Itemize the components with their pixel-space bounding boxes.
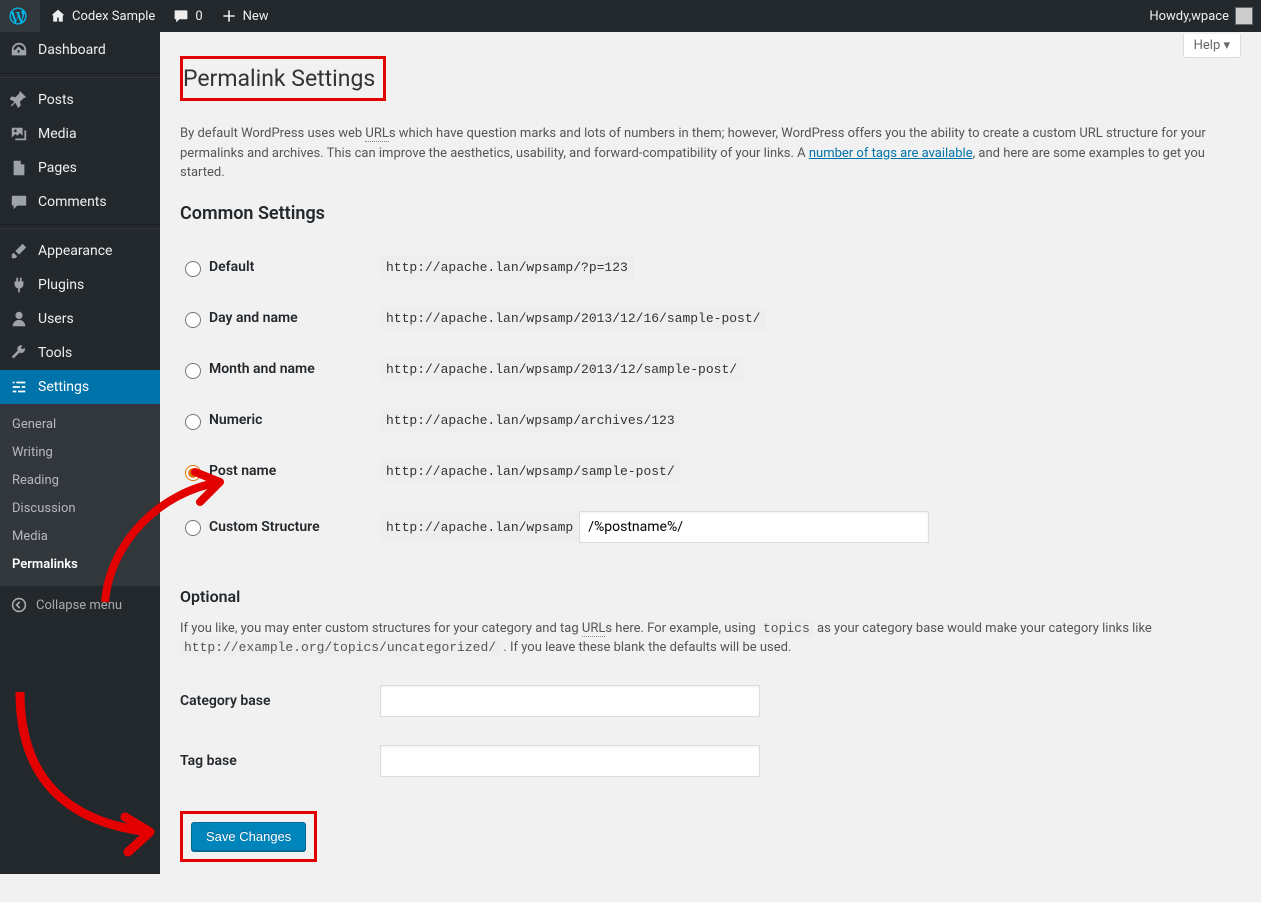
submenu-general[interactable]: General — [0, 411, 160, 439]
permalink-options: Default http://apache.lan/wpsamp/?p=123 … — [180, 242, 1241, 557]
admin-bar: Codex Sample 0 New Howdy, wpace — [0, 0, 1261, 32]
home-icon — [48, 6, 68, 26]
category-base-input[interactable] — [380, 685, 760, 717]
submenu-writing[interactable]: Writing — [0, 439, 160, 467]
radio-default[interactable] — [185, 261, 201, 277]
option-post-name[interactable]: Post name — [180, 462, 370, 481]
menu-tools[interactable]: Tools — [0, 336, 160, 370]
menu-label: Media — [38, 126, 77, 142]
username: wpace — [1191, 9, 1229, 24]
dashboard-icon — [8, 39, 30, 61]
my-account-link[interactable]: Howdy, wpace — [1141, 0, 1261, 32]
wp-logo[interactable] — [0, 0, 40, 32]
radio-month-name[interactable] — [185, 363, 201, 379]
brush-icon — [8, 240, 30, 262]
howdy-prefix: Howdy, — [1149, 9, 1191, 24]
submenu-media[interactable]: Media — [0, 523, 160, 551]
option-day-name[interactable]: Day and name — [180, 309, 370, 328]
comments-count: 0 — [195, 9, 202, 24]
plus-icon — [219, 6, 239, 26]
url-month-name: http://apache.lan/wpsamp/2013/12/sample-… — [380, 358, 743, 381]
common-settings-heading: Common Settings — [180, 203, 1241, 224]
menu-users[interactable]: Users — [0, 302, 160, 336]
menu-label: Appearance — [38, 243, 112, 259]
page-title: Permalink Settings — [180, 56, 386, 101]
wrench-icon — [8, 342, 30, 364]
menu-appearance[interactable]: Appearance — [0, 234, 160, 268]
custom-structure-input[interactable] — [579, 511, 929, 543]
option-month-name[interactable]: Month and name — [180, 360, 370, 379]
collapse-icon — [8, 594, 30, 616]
radio-post-name[interactable] — [185, 465, 201, 481]
user-icon — [8, 308, 30, 330]
submenu-reading[interactable]: Reading — [0, 467, 160, 495]
avatar — [1235, 7, 1253, 25]
radio-numeric[interactable] — [185, 414, 201, 430]
menu-posts[interactable]: Posts — [0, 83, 160, 117]
media-icon — [8, 123, 30, 145]
menu-settings[interactable]: Settings — [0, 370, 160, 404]
optional-text: If you like, you may enter custom struct… — [180, 619, 1240, 658]
url-default: http://apache.lan/wpsamp/?p=123 — [380, 256, 634, 279]
new-label: New — [243, 9, 269, 24]
menu-label: Plugins — [38, 277, 84, 293]
site-name: Codex Sample — [72, 9, 155, 24]
option-numeric[interactable]: Numeric — [180, 411, 370, 430]
menu-label: Posts — [38, 92, 74, 108]
menu-pages[interactable]: Pages — [0, 151, 160, 185]
menu-label: Comments — [38, 194, 107, 210]
menu-dashboard[interactable]: Dashboard — [0, 32, 160, 68]
menu-media[interactable]: Media — [0, 117, 160, 151]
page-icon — [8, 157, 30, 179]
tag-base-input[interactable] — [380, 745, 760, 777]
submenu-permalinks[interactable]: Permalinks — [0, 551, 160, 579]
category-base-label: Category base — [180, 671, 380, 731]
option-custom[interactable]: Custom Structure — [180, 517, 370, 536]
url-numeric: http://apache.lan/wpsamp/archives/123 — [380, 409, 681, 432]
intro-text: By default WordPress uses web URLs which… — [180, 124, 1240, 183]
url-day-name: http://apache.lan/wpsamp/2013/12/16/samp… — [380, 307, 766, 330]
menu-label: Dashboard — [38, 42, 106, 58]
wordpress-icon — [8, 6, 28, 26]
submenu-discussion[interactable]: Discussion — [0, 495, 160, 523]
url-post-name: http://apache.lan/wpsamp/sample-post/ — [380, 460, 681, 483]
help-tab[interactable]: Help ▾ — [1183, 34, 1241, 58]
menu-label: Pages — [38, 160, 77, 176]
menu-label: Users — [38, 311, 74, 327]
plugin-icon — [8, 274, 30, 296]
pin-icon — [8, 89, 30, 111]
tag-base-label: Tag base — [180, 731, 380, 791]
option-default[interactable]: Default — [180, 258, 370, 277]
tags-link[interactable]: number of tags are available — [809, 146, 973, 161]
sliders-icon — [8, 376, 30, 398]
comment-icon — [8, 191, 30, 213]
menu-label: Settings — [38, 379, 89, 395]
admin-menu: Dashboard Posts Media Pages Comments App… — [0, 32, 160, 874]
new-content-link[interactable]: New — [211, 0, 277, 32]
site-name-link[interactable]: Codex Sample — [40, 0, 163, 32]
optional-heading: Optional — [180, 587, 1241, 606]
radio-custom[interactable] — [185, 520, 201, 536]
collapse-label: Collapse menu — [36, 598, 122, 613]
custom-prefix: http://apache.lan/wpsamp — [380, 513, 579, 542]
save-button[interactable]: Save Changes — [191, 822, 306, 851]
radio-day-name[interactable] — [185, 312, 201, 328]
settings-submenu: General Writing Reading Discussion Media… — [0, 404, 160, 586]
menu-plugins[interactable]: Plugins — [0, 268, 160, 302]
save-annotation-box: Save Changes — [180, 811, 317, 862]
menu-label: Tools — [38, 345, 72, 361]
menu-comments[interactable]: Comments — [0, 185, 160, 219]
collapse-menu[interactable]: Collapse menu — [0, 586, 160, 624]
help-label: Help ▾ — [1194, 38, 1230, 53]
comments-link[interactable]: 0 — [163, 0, 210, 32]
comment-icon — [171, 6, 191, 26]
